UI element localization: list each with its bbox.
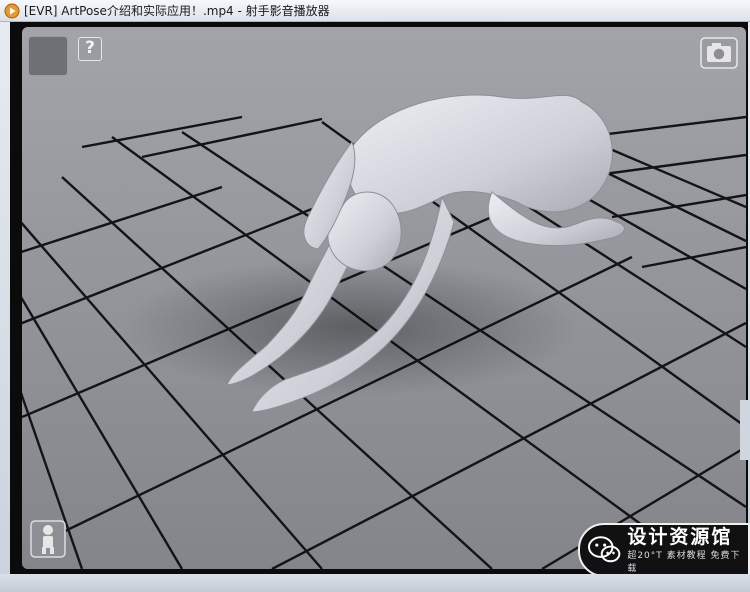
help-button[interactable]: ?	[78, 37, 102, 61]
player-icon	[4, 3, 20, 18]
player-window: [EVR] ArtPose介绍和实际应用！.mp4 - 射手影音播放器 ? 设计…	[0, 0, 750, 592]
watermark-subtitle: 超20°T 素材教程 免费下载	[627, 551, 741, 574]
tool-icon-topleft[interactable]	[28, 36, 68, 76]
watermark-title: 设计资源馆	[627, 526, 733, 548]
figure-shadow	[122, 257, 582, 397]
window-title: [EVR] ArtPose介绍和实际应用！.mp4 - 射手影音播放器	[24, 4, 330, 18]
wechat-icon	[588, 536, 621, 563]
title-bar[interactable]: [EVR] ArtPose介绍和实际应用！.mp4 - 射手影音播放器	[0, 0, 750, 22]
site-watermark: 设计资源馆 超20°T 素材教程 免费下载	[578, 523, 750, 577]
camera-icon[interactable]	[700, 37, 738, 69]
mannequin-icon[interactable]	[30, 520, 66, 558]
scene-canvas[interactable]	[22, 27, 746, 569]
bottom-bar	[0, 574, 750, 592]
window-edge	[740, 400, 750, 460]
pose-viewport[interactable]	[22, 27, 746, 569]
